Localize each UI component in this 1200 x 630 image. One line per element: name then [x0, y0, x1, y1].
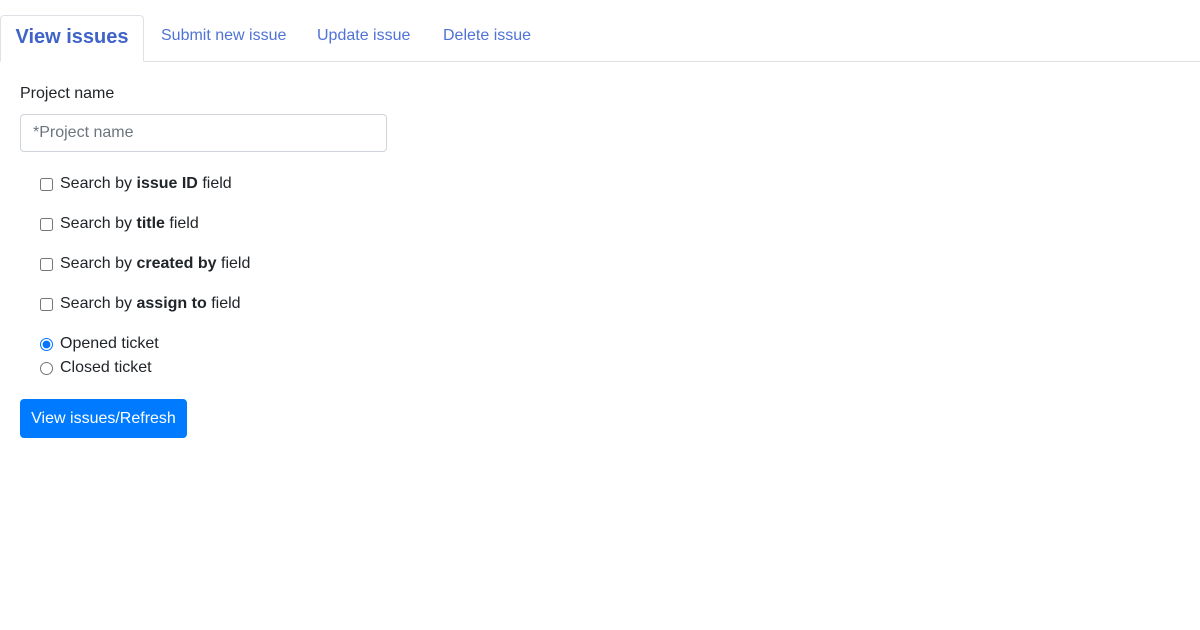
- issue-id-checkbox[interactable]: [40, 177, 53, 191]
- closed-ticket-label: Closed ticket: [60, 359, 152, 376]
- title-option-prefix: Search by: [60, 215, 133, 232]
- issue-id-option-prefix: Search by: [60, 175, 133, 192]
- tab-update-issue[interactable]: Update issue: [317, 15, 410, 62]
- search-option-assign-to[interactable]: Search by assign to field: [40, 294, 241, 314]
- search-option-created-by[interactable]: Search by created by field: [40, 254, 250, 274]
- assign-to-option-prefix: Search by: [60, 295, 133, 312]
- tab-submit-new-issue[interactable]: Submit new issue: [161, 15, 286, 62]
- view-issues-refresh-button[interactable]: View issues/Refresh: [20, 399, 187, 438]
- search-option-title[interactable]: Search by title field: [40, 214, 199, 234]
- created-by-checkbox[interactable]: [40, 257, 53, 271]
- issue-id-option-field: issue ID: [136, 175, 198, 192]
- status-option-closed[interactable]: Closed ticket: [40, 358, 152, 378]
- assign-to-option-field: assign to: [136, 295, 207, 312]
- closed-ticket-radio[interactable]: [40, 361, 53, 375]
- status-option-opened[interactable]: Opened ticket: [40, 334, 159, 354]
- assign-to-checkbox[interactable]: [40, 297, 53, 311]
- title-checkbox[interactable]: [40, 217, 53, 231]
- nav-tabs: View issues Submit new issue Update issu…: [0, 0, 1200, 62]
- issue-id-option-suffix: field: [202, 175, 232, 192]
- title-option-suffix: field: [169, 215, 199, 232]
- project-name-label: Project name: [20, 85, 115, 102]
- assign-to-option-suffix: field: [211, 295, 241, 312]
- tab-delete-issue[interactable]: Delete issue: [443, 15, 531, 62]
- created-by-option-field: created by: [136, 255, 217, 272]
- search-option-issue-id[interactable]: Search by issue ID field: [40, 174, 232, 194]
- project-name-input[interactable]: [20, 114, 387, 152]
- tab-view-issues[interactable]: View issues: [0, 15, 144, 62]
- opened-ticket-label: Opened ticket: [60, 335, 159, 352]
- title-option-field: title: [136, 215, 165, 232]
- created-by-option-suffix: field: [221, 255, 251, 272]
- opened-ticket-radio[interactable]: [40, 337, 53, 351]
- created-by-option-prefix: Search by: [60, 255, 133, 272]
